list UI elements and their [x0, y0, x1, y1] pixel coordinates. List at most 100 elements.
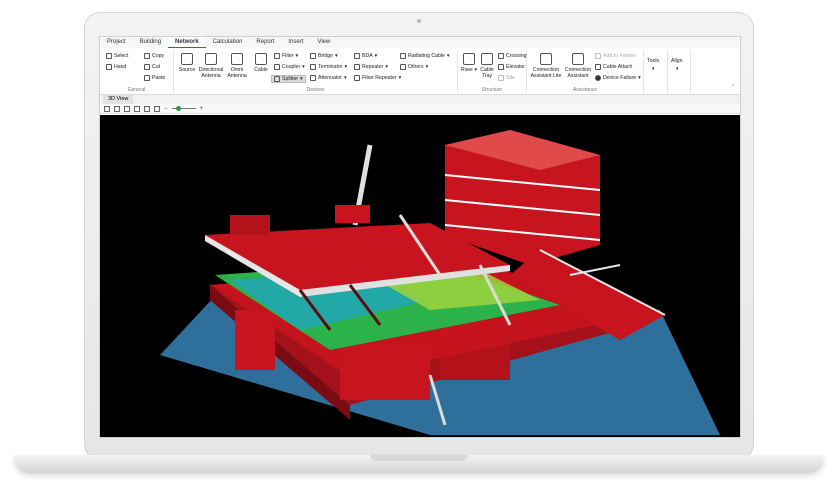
- crane-base: [335, 205, 370, 223]
- connection-icon: [572, 53, 584, 65]
- ribbon: Select Hand Copy Cut Paste General Sourc…: [100, 48, 740, 95]
- filter-icon: [274, 53, 280, 59]
- align-dropdown-icon[interactable]: ▾: [676, 66, 679, 72]
- grid-icon: [400, 64, 406, 70]
- paste-button[interactable]: Paste: [144, 75, 165, 81]
- connection-assistant-button[interactable]: Connection Assistant: [564, 53, 592, 79]
- tab-building[interactable]: Building: [133, 37, 168, 48]
- app-window: Project Building Network Calculation Rep…: [99, 36, 741, 438]
- assistance-group: Connection Assistant Lite Connection Assis…: [527, 50, 644, 93]
- connection-assistant-lite-button[interactable]: Connection Assistant Lite: [529, 53, 563, 79]
- cursor-icon: [106, 53, 112, 59]
- omni-antenna-icon: [231, 53, 243, 65]
- splitter-button[interactable]: Splitter ▾: [271, 75, 306, 83]
- feeder-icon: [595, 53, 601, 59]
- tab-3d-view[interactable]: 3D View: [103, 95, 134, 104]
- collapse-ribbon-icon[interactable]: ⌃: [731, 84, 735, 90]
- cable-icon: [255, 53, 267, 65]
- align-group: Align ▾: [668, 50, 691, 93]
- cable-tray-button[interactable]: Cable Tray: [474, 53, 500, 79]
- move-icon[interactable]: [124, 105, 130, 112]
- help-icon[interactable]: [114, 105, 120, 112]
- bda-button[interactable]: BDA ▾: [354, 53, 377, 59]
- site-icon: [498, 75, 504, 81]
- tab-network[interactable]: Network: [168, 37, 206, 48]
- add-to-feeder-button[interactable]: Add to Feeder: [595, 53, 636, 59]
- menu-bar: Project Building Network Calculation Rep…: [100, 37, 740, 48]
- tab-insert[interactable]: Insert: [281, 37, 310, 48]
- source-button[interactable]: Source: [174, 53, 200, 73]
- terminator-button[interactable]: Terminator ▾: [310, 64, 347, 70]
- crossing-icon: [498, 53, 504, 59]
- coupler-button[interactable]: Coupler ▾: [274, 64, 305, 70]
- view-tab-bar: 3D View: [100, 95, 740, 104]
- attenuator-icon: [310, 75, 316, 81]
- connection-lite-icon: [540, 53, 552, 65]
- site-button[interactable]: Site: [498, 75, 515, 81]
- hand-icon: [106, 64, 112, 70]
- repeater-icon: [354, 64, 360, 70]
- fiber-repeater-icon: [354, 75, 360, 81]
- structure-group: Riser ▾ Cable Tray Crossing Elevator Site…: [458, 50, 527, 93]
- select-button[interactable]: Select: [106, 53, 128, 59]
- filter-button[interactable]: Filter ▾: [274, 53, 298, 59]
- view-toolbar: − +: [100, 104, 740, 114]
- filter-view-icon[interactable]: [154, 105, 160, 112]
- copy-button[interactable]: Copy: [144, 53, 164, 59]
- splitter-icon: [274, 76, 280, 82]
- hand-button[interactable]: Hand: [106, 64, 126, 70]
- cable-attach-button[interactable]: Cable Attach: [595, 64, 632, 70]
- device-failure-button[interactable]: Device Failure ▾: [595, 75, 641, 81]
- platform-model: [160, 130, 720, 435]
- devices-group-label: Devices: [306, 87, 325, 93]
- copy-icon: [144, 53, 150, 59]
- others-button[interactable]: Others ▾: [400, 64, 428, 70]
- zoom-out-icon[interactable]: −: [164, 106, 168, 112]
- bda-icon: [354, 53, 360, 59]
- structure-group-label: Structure: [481, 87, 503, 93]
- elevator-icon: [498, 64, 504, 70]
- align-button[interactable]: Align: [671, 58, 683, 64]
- tools-dropdown-icon[interactable]: ▾: [652, 66, 655, 72]
- repeater-button[interactable]: Repeater ▾: [354, 64, 388, 70]
- coupler-icon: [274, 64, 280, 70]
- tab-report[interactable]: Report: [249, 37, 281, 48]
- zoom-in-icon[interactable]: +: [200, 106, 204, 112]
- crossing-button[interactable]: Crossing: [498, 53, 526, 59]
- tab-project[interactable]: Project: [100, 37, 133, 48]
- layers-icon[interactable]: [134, 105, 140, 112]
- scissors-icon: [144, 64, 150, 70]
- terminator-icon: [310, 64, 316, 70]
- elevator-button[interactable]: Elevator: [498, 64, 525, 70]
- zoom-slider-thumb[interactable]: [175, 106, 181, 111]
- tools-button[interactable]: Tools: [647, 58, 659, 64]
- devices-group: Source Directional Antenna Omni Antenna Ca…: [174, 50, 458, 93]
- cut-button[interactable]: Cut: [144, 64, 160, 70]
- camera-dot: [417, 19, 421, 23]
- tools-group: Tools ▾: [644, 50, 668, 93]
- cable-tray-icon: [481, 53, 493, 65]
- antenna-source-icon: [181, 53, 193, 65]
- zoom-slider[interactable]: [171, 106, 196, 111]
- general-group: Select Hand Copy Cut Paste General: [100, 50, 174, 93]
- tab-view[interactable]: View: [310, 37, 337, 48]
- fiber-repeater-button[interactable]: Fiber Repeater ▾: [354, 75, 401, 81]
- directional-antenna-icon: [205, 53, 217, 65]
- clipboard-icon: [144, 75, 150, 81]
- tab-calculation[interactable]: Calculation: [206, 37, 250, 48]
- cable-button[interactable]: Cable: [248, 53, 274, 73]
- home-view-icon[interactable]: [104, 105, 110, 112]
- laptop-notch: [370, 455, 468, 461]
- radiating-cable-icon: [400, 53, 406, 59]
- tank: [230, 215, 270, 235]
- assistance-group-label: Assistance: [572, 87, 598, 93]
- info-icon: [595, 75, 601, 81]
- bridge-button[interactable]: Bridge ▾: [310, 53, 338, 59]
- directional-antenna-button[interactable]: Directional Antenna: [198, 53, 224, 79]
- 3d-viewport[interactable]: [100, 115, 740, 437]
- radiating-cable-button[interactable]: Radiating Cable ▾: [400, 53, 450, 59]
- general-group-label: General: [127, 87, 146, 93]
- omni-antenna-button[interactable]: Omni Antenna: [224, 53, 250, 79]
- grid-view-icon[interactable]: [144, 105, 150, 112]
- attenuator-button[interactable]: Attenuator ▾: [310, 75, 347, 81]
